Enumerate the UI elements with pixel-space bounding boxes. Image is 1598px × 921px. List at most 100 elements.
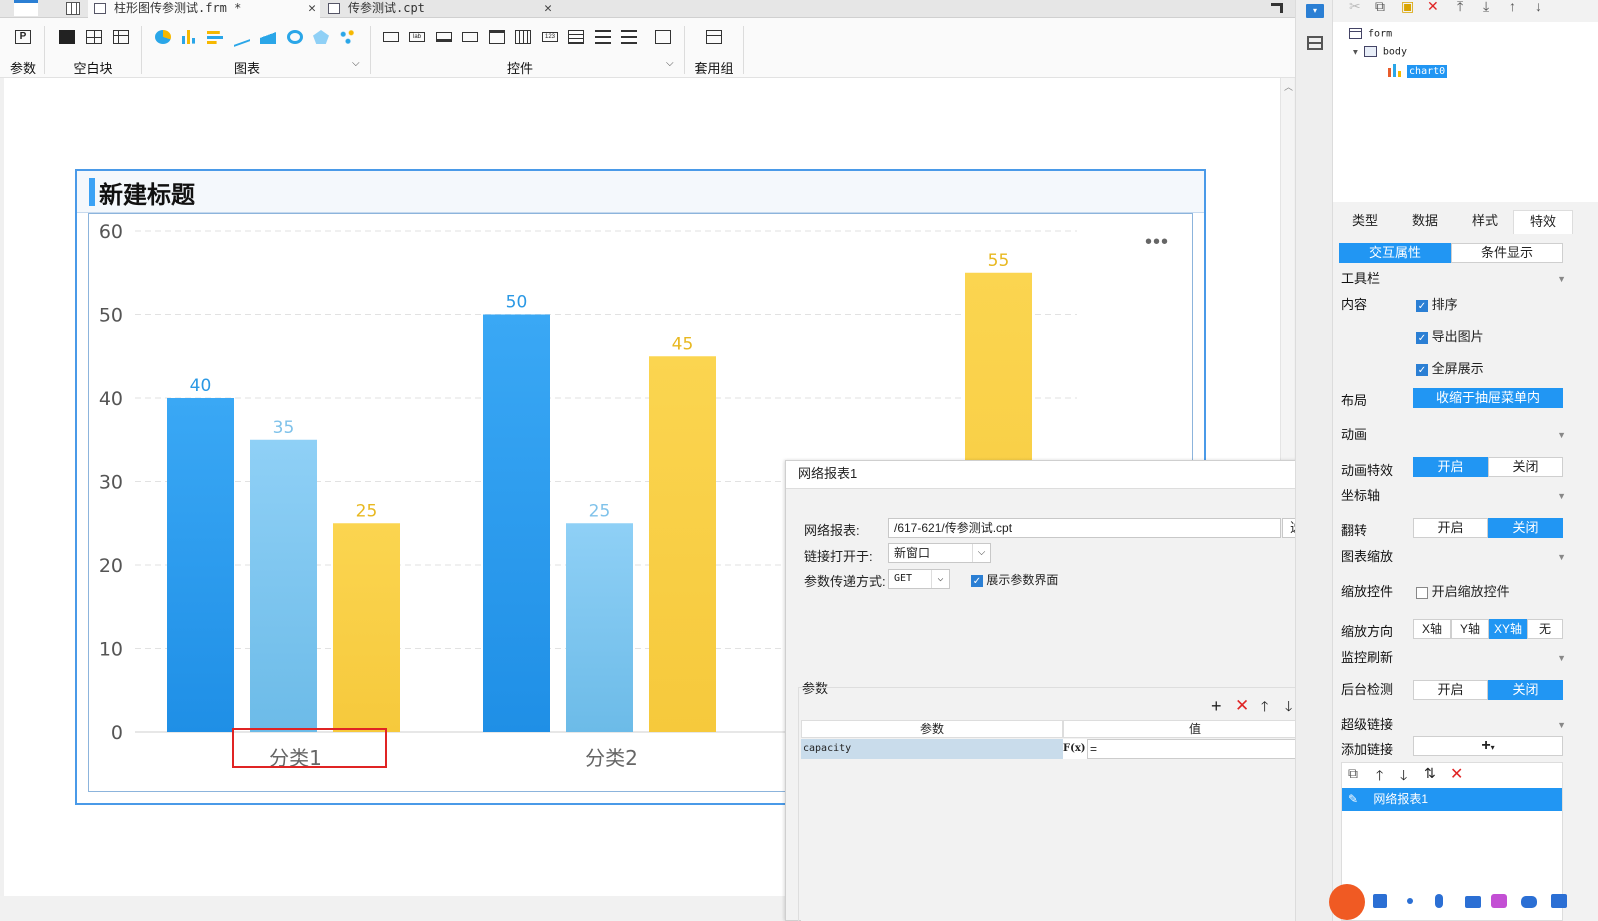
sort-icon[interactable]: ⇅	[1424, 765, 1436, 782]
tab-data[interactable]: 数据	[1395, 210, 1455, 234]
radar-chart-icon[interactable]	[313, 30, 329, 44]
search-widget-icon[interactable]	[655, 30, 671, 44]
ime-game-icon[interactable]	[1521, 896, 1537, 908]
combo-widget-icon[interactable]	[462, 32, 478, 42]
move-down-icon[interactable]: 🡓	[1285, 696, 1292, 720]
formula-button[interactable]: F(x)	[1063, 739, 1087, 759]
copy-icon[interactable]: ⧉	[1375, 0, 1385, 15]
layout-panel-icon[interactable]	[1307, 36, 1323, 50]
parameter-icon[interactable]: P	[15, 30, 31, 44]
animation-section[interactable]: 动画 ▼	[1341, 425, 1566, 445]
ime-punct-icon[interactable]	[1407, 898, 1413, 904]
hyperlink-section[interactable]: 超级链接 ▼	[1341, 715, 1566, 735]
edit-icon[interactable]: ✎	[1342, 788, 1364, 810]
delete-icon[interactable]: ✕	[1427, 0, 1439, 15]
report-path-field[interactable]: /617-621/传参测试.cpt	[888, 518, 1281, 538]
add-link-button[interactable]: +▾	[1413, 736, 1563, 756]
copy-link-icon[interactable]: ⧉	[1348, 765, 1358, 782]
zoom-control-checkbox[interactable]: 开启缩放控件	[1416, 581, 1510, 600]
move-down-icon[interactable]: 🡓	[1400, 765, 1407, 789]
radio-widget-icon[interactable]	[595, 30, 611, 44]
list-widget-icon[interactable]	[568, 30, 584, 44]
move-up-icon[interactable]: 🡑	[1261, 696, 1268, 720]
subtab-condition[interactable]: 条件显示	[1451, 243, 1563, 263]
method-select[interactable]: GET ⌵	[888, 569, 950, 589]
component-panel-icon[interactable]: ▾	[1306, 4, 1324, 18]
close-icon[interactable]: ✕	[308, 0, 316, 17]
ime-skin-icon[interactable]	[1491, 894, 1507, 908]
animation-off[interactable]: 关闭	[1488, 457, 1563, 477]
tree-node-form[interactable]: form	[1349, 28, 1392, 40]
template-component-icon[interactable]	[706, 30, 722, 44]
grid-menu-icon[interactable]	[66, 2, 80, 15]
open-in-select[interactable]: 新窗口 ⌵	[888, 543, 991, 563]
move-top-icon[interactable]: ⤒	[1457, 0, 1463, 15]
hbar-chart-icon[interactable]	[207, 30, 223, 44]
delete-link-icon[interactable]: ✕	[1450, 764, 1463, 784]
ime-menu-icon[interactable]	[1551, 894, 1567, 908]
collapse-icon[interactable]: ▼	[1557, 648, 1566, 668]
collapse-icon[interactable]: ▼	[1557, 269, 1566, 289]
zoom-xy[interactable]: XY轴	[1489, 619, 1527, 639]
tree-node-chart0[interactable]: chart0	[1387, 64, 1448, 78]
ime-keyboard-icon[interactable]	[1465, 896, 1481, 908]
tab-block-icon[interactable]	[113, 30, 129, 44]
monitor-section[interactable]: 监控刷新 ▼	[1341, 648, 1566, 668]
move-up-icon[interactable]: 🡑	[1376, 765, 1383, 789]
tab-style[interactable]: 样式	[1455, 210, 1515, 234]
textbox-widget-icon[interactable]	[383, 32, 399, 42]
label-widget-icon[interactable]: lab	[409, 32, 425, 42]
toolbar-section[interactable]: 工具栏 ▼	[1341, 269, 1566, 289]
ime-logo-icon[interactable]	[1329, 884, 1365, 920]
line-chart-icon[interactable]	[234, 27, 250, 47]
ime-lang-icon[interactable]	[1373, 894, 1387, 908]
chevron-down-icon[interactable]: ⌵	[972, 544, 990, 562]
button-widget-icon[interactable]	[436, 32, 452, 42]
chevron-down-icon[interactable]: ⌵	[352, 58, 360, 69]
tab-cpt[interactable]: 传参测试.cpt ✕	[322, 0, 556, 18]
flip-off[interactable]: 关闭	[1488, 518, 1563, 538]
number-widget-icon[interactable]: 123	[542, 32, 558, 42]
param-value-cell[interactable]: =	[1087, 739, 1325, 759]
move-bottom-icon[interactable]: ⤓	[1483, 0, 1489, 15]
zoom-none[interactable]: 无	[1527, 619, 1563, 639]
dock-icon[interactable]	[1271, 3, 1283, 13]
tab-effects[interactable]: 特效	[1513, 210, 1573, 234]
collapse-icon[interactable]: ▼	[1557, 486, 1566, 506]
flip-on[interactable]: 开启	[1413, 518, 1488, 538]
delete-param-icon[interactable]: ✕	[1235, 696, 1249, 716]
area-chart-icon[interactable]	[260, 30, 276, 44]
axis-section[interactable]: 坐标轴 ▼	[1341, 486, 1566, 506]
fullscreen-checkbox[interactable]: ✓ 全屏展示	[1416, 358, 1484, 377]
app-menu-icon[interactable]	[14, 0, 38, 16]
collapse-icon[interactable]: ▼	[1557, 715, 1566, 735]
export-image-checkbox[interactable]: ✓ 导出图片	[1416, 326, 1484, 345]
cut-icon[interactable]: ✂	[1349, 0, 1361, 15]
subtab-interaction[interactable]: 交互属性	[1339, 243, 1451, 263]
bar-chart-icon[interactable]	[181, 30, 197, 44]
paste-icon[interactable]: ▣	[1401, 0, 1414, 15]
add-param-icon[interactable]: +	[1211, 696, 1222, 717]
chevron-down-icon[interactable]: ⌵	[666, 58, 674, 69]
collapse-icon[interactable]: ▼	[1557, 547, 1566, 567]
collapse-icon[interactable]: ▼	[1557, 425, 1566, 445]
split-block-icon[interactable]	[86, 30, 102, 44]
date-widget-icon[interactable]	[489, 30, 505, 44]
chevron-down-icon[interactable]: ⌵	[931, 570, 949, 588]
tree-expand-icon[interactable]: ▼	[1353, 48, 1358, 57]
zoom-x[interactable]: X轴	[1413, 619, 1451, 639]
blank-block-icon[interactable]	[59, 30, 75, 44]
sort-checkbox[interactable]: ✓ 排序	[1416, 294, 1458, 313]
layout-select[interactable]: 收缩于抽屉菜单内	[1413, 388, 1563, 408]
scatter-chart-icon[interactable]	[340, 30, 356, 44]
close-icon[interactable]: ✕	[544, 0, 552, 17]
zoom-section[interactable]: 图表缩放 ▼	[1341, 547, 1566, 567]
ime-mic-icon[interactable]	[1435, 894, 1443, 908]
tab-type[interactable]: 类型	[1335, 210, 1395, 234]
monitor-on[interactable]: 开启	[1413, 680, 1488, 700]
move-up-icon[interactable]: ↑	[1509, 0, 1516, 14]
checkbox-widget-icon[interactable]	[621, 30, 637, 44]
show-param-checkbox[interactable]: ✓ 展示参数界面	[971, 571, 1058, 588]
monitor-off[interactable]: 关闭	[1488, 680, 1563, 700]
pie-chart-icon[interactable]	[155, 30, 171, 44]
